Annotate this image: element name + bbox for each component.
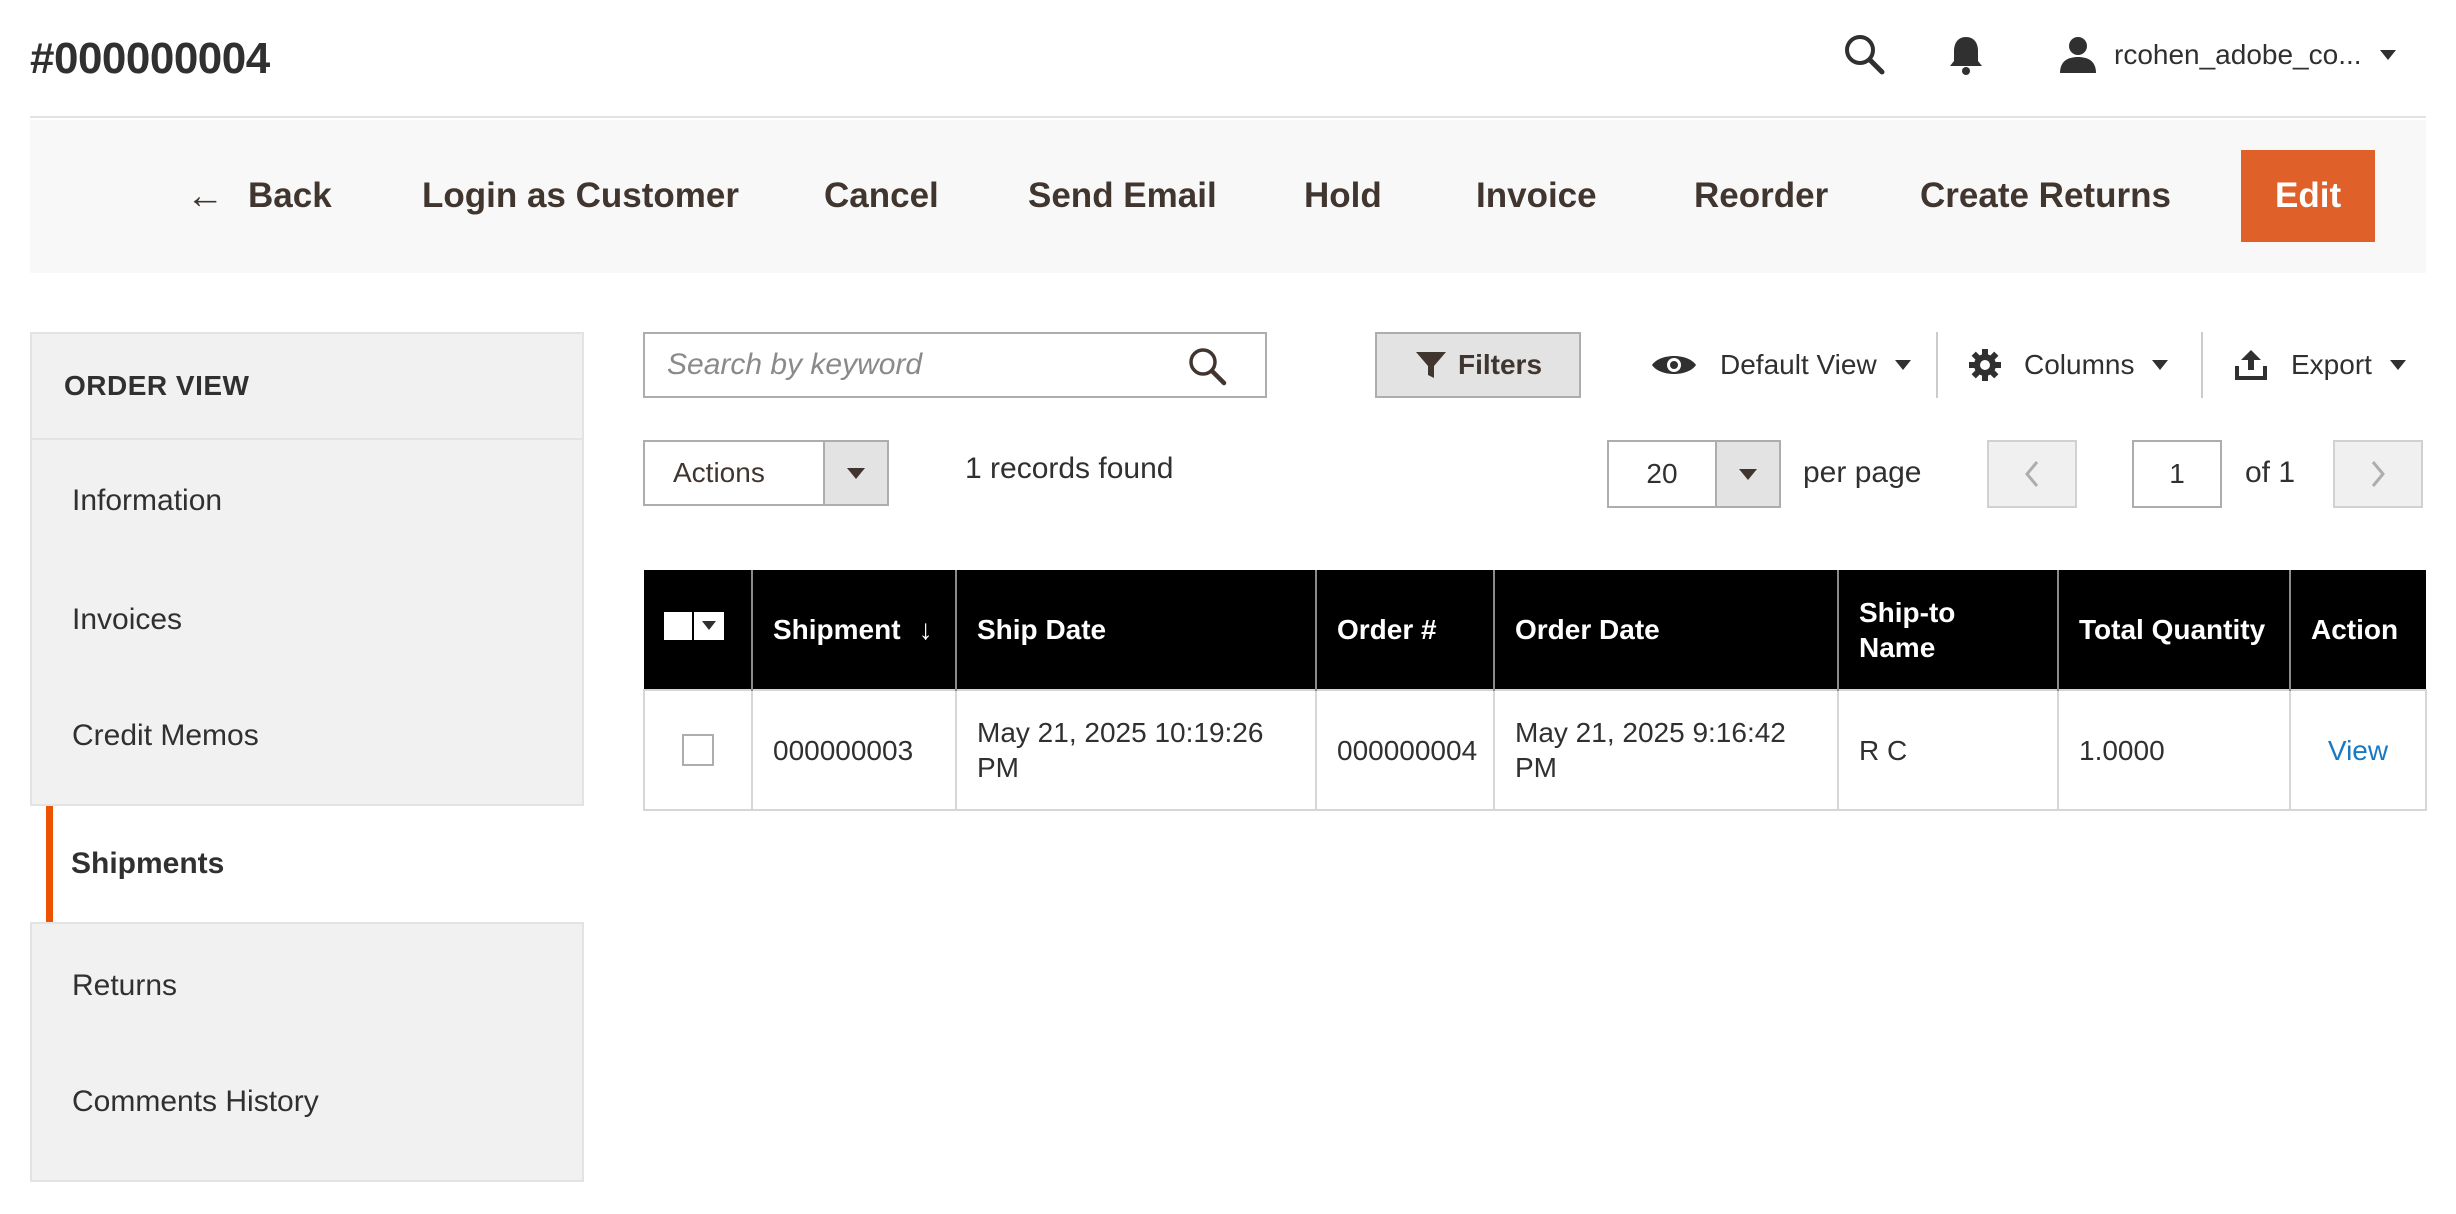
divider — [2201, 332, 2203, 398]
nav-item-invoices[interactable]: Invoices — [32, 562, 582, 678]
create-returns-button[interactable]: Create Returns — [1920, 150, 2171, 242]
export-dropdown[interactable]: Export — [2233, 332, 2406, 398]
search-input[interactable] — [645, 334, 1145, 396]
filter-icon — [1415, 352, 1446, 378]
next-page-button[interactable] — [2333, 440, 2423, 508]
nav-item-returns[interactable]: Returns — [32, 928, 582, 1044]
per-page-label: per page — [1803, 456, 1922, 489]
row-checkbox[interactable] — [682, 734, 714, 766]
cell-order-number: 000000004 — [1315, 689, 1495, 811]
chevron-down-icon — [823, 442, 887, 504]
row-select-cell — [643, 689, 753, 811]
chevron-down-icon — [2379, 50, 2396, 60]
column-header-order-number[interactable]: Order # — [1315, 570, 1494, 690]
cancel-button[interactable]: Cancel — [824, 150, 939, 242]
mass-actions-label: Actions — [673, 457, 765, 488]
filters-label: Filters — [1457, 349, 1543, 380]
nav-group-bottom: Returns Comments History — [30, 922, 584, 1182]
search-icon[interactable] — [1842, 32, 1886, 76]
cell-ship-date: May 21, 2025 10:19:26 PM — [955, 689, 1317, 811]
invoice-button[interactable]: Invoice — [1476, 150, 1597, 242]
cell-ship-to-name: R C — [1837, 689, 2059, 811]
mass-select-header[interactable] — [644, 570, 752, 690]
total-pages: of 1 — [2245, 456, 2296, 489]
default-view-label: Default View — [1720, 349, 1877, 380]
login-as-customer-button[interactable]: Login as Customer — [422, 150, 739, 242]
previous-page-button[interactable] — [1987, 440, 2077, 508]
column-header-total-quantity[interactable]: Total Quantity — [2057, 570, 2290, 690]
bell-icon[interactable] — [1944, 32, 1988, 76]
user-icon — [2060, 37, 2096, 73]
gear-icon — [1969, 349, 2001, 381]
reorder-button[interactable]: Reorder — [1694, 150, 1828, 242]
order-view-title: ORDER VIEW — [30, 332, 584, 440]
chevron-down-icon — [1715, 442, 1779, 506]
columns-label: Columns — [2024, 349, 2135, 380]
eye-icon — [1652, 356, 1696, 374]
default-view-dropdown[interactable]: Default View — [1650, 332, 1911, 398]
mass-select-checkbox[interactable] — [664, 611, 724, 640]
current-page-input[interactable] — [2132, 440, 2222, 508]
user-name: rcohen_adobe_co... — [2114, 39, 2362, 70]
order-view-nav: ORDER VIEW Information Invoices Credit M… — [30, 332, 584, 1182]
nav-group-top: Information Invoices Credit Memos — [30, 438, 584, 806]
column-header-action: Action — [2289, 570, 2426, 690]
export-icon — [2235, 350, 2267, 380]
filters-button[interactable]: Filters — [1375, 332, 1581, 398]
nav-item-shipments[interactable]: Shipments — [46, 806, 584, 922]
chevron-down-icon — [2389, 360, 2406, 370]
table-header-row: Shipment ↓ Ship Date Order # Order Date S… — [644, 570, 2426, 690]
chevron-down-icon — [1894, 360, 1911, 370]
page-title: #000000004 — [30, 34, 270, 83]
per-page-value: 20 — [1646, 458, 1678, 489]
chevron-right-icon — [2371, 461, 2385, 487]
keyword-search — [643, 332, 1267, 398]
column-header-order-date[interactable]: Order Date — [1493, 570, 1838, 690]
mass-actions-select[interactable]: Actions — [643, 440, 889, 506]
records-found: 1 records found — [965, 452, 1174, 485]
view-link[interactable]: View — [2311, 733, 2405, 768]
back-button-label: Back — [248, 176, 332, 215]
column-header-shipment[interactable]: Shipment ↓ — [751, 570, 956, 690]
sort-desc-icon: ↓ — [918, 614, 933, 645]
user-menu[interactable]: rcohen_adobe_co... — [2058, 30, 2396, 80]
edit-button[interactable]: Edit — [2241, 150, 2376, 242]
cell-shipment: 000000003 — [751, 689, 957, 811]
nav-item-comments-history[interactable]: Comments History — [32, 1044, 582, 1160]
chevron-down-icon — [2152, 360, 2169, 370]
chevron-left-icon — [2025, 461, 2039, 487]
export-label: Export — [2291, 349, 2372, 380]
search-icon[interactable] — [1187, 346, 1227, 386]
cell-order-date: May 21, 2025 9:16:42 PM — [1493, 689, 1839, 811]
column-header-ship-to-name[interactable]: Ship-to Name — [1837, 570, 2058, 690]
columns-dropdown[interactable]: Columns — [1968, 332, 2169, 398]
send-email-button[interactable]: Send Email — [1028, 150, 1217, 242]
hold-button[interactable]: Hold — [1304, 150, 1382, 242]
divider — [1936, 332, 1938, 398]
cell-total-quantity: 1.0000 — [2057, 689, 2291, 811]
column-header-shipment-label: Shipment — [773, 614, 901, 645]
column-header-ship-date[interactable]: Ship Date — [955, 570, 1316, 690]
page-actions-toolbar: ← Back Login as Customer Cancel Send Ema… — [30, 120, 2426, 273]
cell-action: View — [2289, 689, 2427, 811]
per-page-select[interactable]: 20 — [1607, 440, 1781, 508]
nav-item-information[interactable]: Information — [32, 440, 582, 562]
back-arrow-icon: ← — [186, 174, 224, 217]
back-button[interactable]: ← Back — [186, 150, 332, 242]
table-row: 000000003 May 21, 2025 10:19:26 PM 00000… — [643, 689, 2427, 811]
shipments-grid: Shipment ↓ Ship Date Order # Order Date S… — [643, 570, 2427, 811]
nav-item-credit-memos[interactable]: Credit Memos — [32, 678, 582, 794]
